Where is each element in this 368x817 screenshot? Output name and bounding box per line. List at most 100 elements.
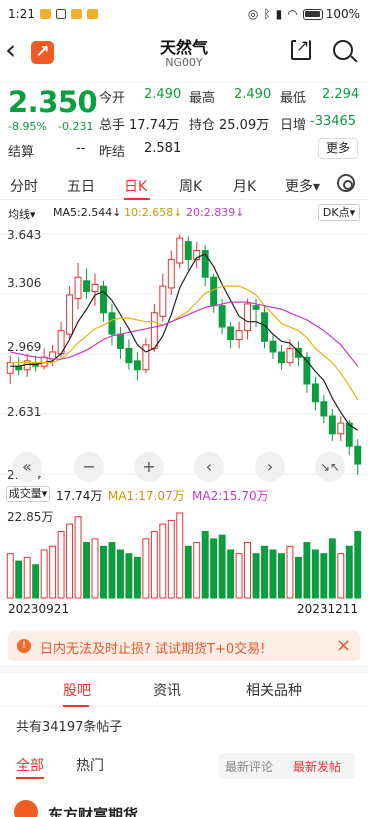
- prev-settle-label: 昨结: [99, 145, 126, 160]
- battery-indicator: 100%: [302, 7, 360, 21]
- bluetooth-icon: ᛒ: [263, 7, 271, 21]
- active-subtab-indicator: [63, 705, 89, 707]
- status-left: 1:21: [8, 7, 98, 21]
- volume-bar: [167, 519, 175, 599]
- promo-banner[interactable]: ! 日内无法及时止损? 试试期货T+0交易! ×: [8, 631, 360, 661]
- volume-bar: [261, 545, 268, 599]
- volume-bar: [235, 553, 243, 599]
- settings-gear-icon[interactable]: [337, 174, 355, 192]
- volume-label: 总手: [99, 118, 126, 133]
- candle-body: [116, 333, 124, 349]
- candle-body: [125, 347, 133, 364]
- candle-body: [74, 276, 82, 300]
- post-author[interactable]: 东方财富期货: [48, 804, 138, 817]
- filter-all[interactable]: 全部: [16, 755, 44, 775]
- rewind-icon[interactable]: «: [12, 452, 42, 482]
- tab-forum[interactable]: 股吧: [63, 680, 91, 700]
- avatar[interactable]: [14, 800, 38, 817]
- start-date: 20230921: [8, 602, 70, 616]
- status-bar: 1:21 ◎ ᛒ ▮ ◠ 100%: [0, 0, 368, 28]
- alarm-icon: ◎: [247, 7, 259, 21]
- volume-bar: [311, 549, 319, 599]
- chart-period-tabs: 分时 五日 日K 周K 月K 更多▾: [0, 172, 368, 200]
- share-icon[interactable]: [291, 36, 311, 60]
- search-icon[interactable]: [333, 40, 353, 60]
- candle-body: [337, 422, 345, 435]
- candle-body: [108, 312, 116, 335]
- candlestick-chart[interactable]: 3.643 3.306 2.969 2.631 2.294: [0, 222, 368, 482]
- volume-bar: [150, 530, 158, 599]
- fullscreen-icon[interactable]: ↘↖: [315, 452, 345, 482]
- zoom-in-icon[interactable]: +: [134, 452, 164, 482]
- filter-hot[interactable]: 热门: [76, 755, 104, 775]
- high-value: 2.490: [234, 87, 272, 102]
- volume-bar: [218, 534, 226, 599]
- page-title: 天然气: [159, 38, 208, 57]
- active-tab-indicator: [124, 198, 150, 200]
- volume-bar: [83, 542, 90, 599]
- candle-body: [100, 285, 107, 314]
- tab-monthly-k[interactable]: 月K: [233, 176, 256, 196]
- y-axis-label: 2.969: [7, 340, 42, 354]
- candle-body: [328, 415, 336, 435]
- volume-bar: [227, 549, 235, 599]
- quote-panel: 2.350 -8.95% -0.231 今开 2.490 最高 2.490 最低…: [0, 82, 368, 164]
- volume-bar: [294, 556, 302, 599]
- tab-intraday[interactable]: 分时: [10, 176, 38, 196]
- tab-daily-k[interactable]: 日K: [124, 176, 147, 196]
- open-label: 今开: [99, 91, 126, 106]
- volume-bar: [252, 553, 260, 599]
- volume-bar: [125, 553, 133, 599]
- volume-bar: [32, 564, 40, 599]
- volume-bar: [354, 530, 362, 599]
- sort-latest-post[interactable]: 最新发帖: [293, 758, 341, 775]
- daily-add-label: 日增: [280, 118, 307, 133]
- open-value: 2.490: [144, 87, 182, 102]
- close-icon[interactable]: ×: [336, 635, 351, 656]
- candle-body: [235, 330, 243, 341]
- volume-bar: [57, 530, 65, 599]
- candle-body: [142, 344, 150, 371]
- tab-more[interactable]: 更多▾: [285, 176, 320, 196]
- end-date: 20231211: [297, 602, 359, 616]
- volume-bar: [244, 542, 252, 599]
- dk-point-selector[interactable]: DK点▾: [318, 204, 360, 221]
- volume-selector[interactable]: 成交量▾: [6, 486, 50, 502]
- instrument-code: NG00Y: [165, 56, 203, 69]
- zoom-out-icon[interactable]: −: [74, 452, 104, 482]
- volume-bar: [303, 542, 311, 599]
- chart-controls: « − + ‹ › ↘↖: [0, 452, 368, 482]
- y-axis-label: 3.306: [7, 276, 42, 290]
- ma5-value: MA5:2.544↓: [53, 206, 122, 219]
- settle-label: 结算: [8, 145, 35, 160]
- volume-value: 17.74万: [129, 118, 180, 133]
- volume-bar: [23, 556, 31, 599]
- content-tabs: 股吧 资讯 相关品种: [0, 673, 368, 707]
- next-icon[interactable]: ›: [255, 452, 285, 482]
- indicator-selector[interactable]: 均线▾: [8, 206, 36, 222]
- volume-indicator-bar: 成交量▾ 17.74万 MA1:17.07万 MA2:15.70万: [0, 486, 368, 504]
- volume-chart[interactable]: 22.85万: [0, 505, 368, 600]
- candle-body: [227, 326, 235, 341]
- more-button[interactable]: 更多: [318, 138, 358, 159]
- candle-body: [66, 294, 74, 335]
- post-filter-bar: 全部 热门 最新评论 最新发帖: [0, 749, 368, 783]
- notification-icon: [70, 9, 82, 19]
- volume-bar: [193, 542, 201, 599]
- volume-bar: [184, 545, 192, 599]
- tab-news[interactable]: 资讯: [153, 680, 181, 700]
- prev-icon[interactable]: ‹: [194, 452, 224, 482]
- volume-bar: [269, 549, 277, 599]
- notification-icon: [86, 9, 98, 19]
- tab-related[interactable]: 相关品种: [246, 680, 302, 700]
- candle-body: [210, 276, 218, 307]
- signal-icon: ▮: [275, 7, 283, 21]
- sort-latest-reply[interactable]: 最新评论: [225, 758, 273, 775]
- volume-bar: [345, 545, 353, 599]
- tab-weekly-k[interactable]: 周K: [179, 176, 202, 196]
- tab-five-day[interactable]: 五日: [67, 176, 95, 196]
- volume-bar: [74, 516, 82, 599]
- app-header: ‹ ↗ 天然气 NG00Y: [0, 30, 368, 78]
- open-interest-label: 持仓: [189, 118, 216, 133]
- low-label: 最低: [280, 91, 307, 106]
